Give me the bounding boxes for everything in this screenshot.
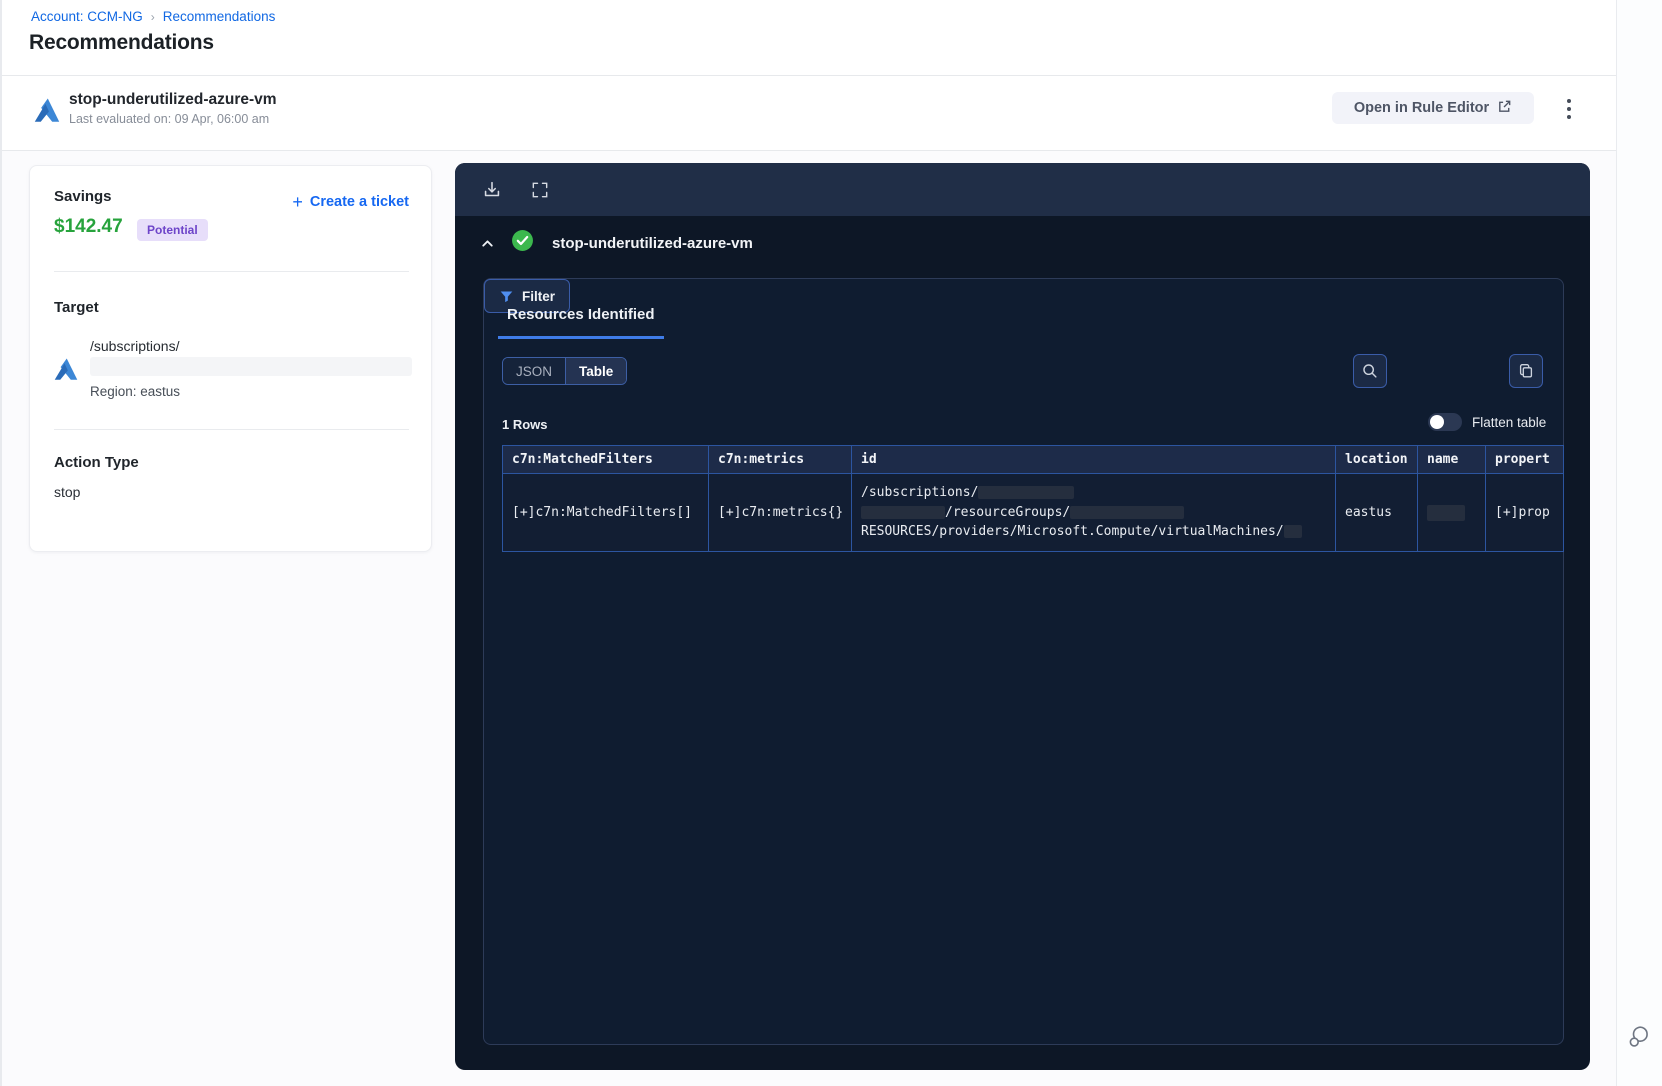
cell-properties-expander[interactable]: [+]prop xyxy=(1485,473,1564,552)
action-type-label: Action Type xyxy=(54,454,139,471)
breadcrumb-separator-icon: › xyxy=(150,9,155,24)
id-subscriptions-segment: /subscriptions/ xyxy=(861,485,979,501)
toggle-knob xyxy=(1430,415,1444,429)
azure-logo-icon xyxy=(54,357,78,381)
plus-icon: + xyxy=(292,192,303,212)
search-icon xyxy=(1363,364,1377,378)
open-in-rule-editor-label: Open in Rule Editor xyxy=(1353,100,1490,116)
resources-identified-panel: Resources Identified JSON Table Filter 1… xyxy=(483,278,1564,1045)
view-toggle-table[interactable]: Table xyxy=(566,358,627,384)
cell-location: eastus xyxy=(1335,473,1418,552)
column-header-id: id xyxy=(851,445,1336,474)
target-label: Target xyxy=(54,299,99,316)
more-options-menu-button[interactable] xyxy=(1556,94,1582,124)
download-button[interactable] xyxy=(479,177,505,203)
chevron-up-icon xyxy=(481,239,493,247)
redacted-subscription-id xyxy=(90,357,412,376)
collapse-section-button[interactable] xyxy=(473,229,501,257)
redacted-vm-name xyxy=(1283,525,1302,539)
header-divider xyxy=(2,75,1616,76)
savings-amount: $142.47 xyxy=(54,216,123,237)
redacted-id-segment xyxy=(861,505,945,519)
view-toggle-json[interactable]: JSON xyxy=(503,358,567,384)
external-link-icon xyxy=(1497,99,1512,118)
section-divider xyxy=(2,150,1616,151)
open-in-rule-editor-button[interactable]: Open in Rule Editor xyxy=(1332,92,1534,124)
tab-resources-identified[interactable]: Resources Identified xyxy=(498,306,664,339)
create-ticket-button[interactable]: + Create a ticket xyxy=(292,192,409,212)
cell-matched-filters-expander[interactable]: [+]c7n:MatchedFilters[] xyxy=(502,473,709,552)
fullscreen-button[interactable] xyxy=(527,177,553,203)
column-header-location: location xyxy=(1335,445,1418,474)
column-header-name: name xyxy=(1417,445,1486,474)
search-button[interactable] xyxy=(1353,354,1387,388)
redacted-resource-group xyxy=(1070,505,1185,519)
column-header-matched-filters: c7n:MatchedFilters xyxy=(502,445,709,474)
cell-id: /subscriptions/ /resourceGroups/ RESOURC… xyxy=(851,473,1336,552)
breadcrumb-account-link[interactable]: Account: CCM-NG xyxy=(31,9,143,24)
column-header-metrics: c7n:metrics xyxy=(708,445,852,474)
card-divider xyxy=(54,429,409,430)
view-mode-toggle: JSON Table xyxy=(502,357,628,385)
rows-count: 1 Rows xyxy=(502,417,548,432)
breadcrumb-recommendations-link[interactable]: Recommendations xyxy=(163,9,276,24)
recommendation-details-card: Savings + Create a ticket $142.47 Potent… xyxy=(29,165,432,552)
resources-table: c7n:MatchedFilters c7n:metrics id locati… xyxy=(502,445,1564,552)
savings-label: Savings xyxy=(54,188,112,205)
cell-metrics-expander[interactable]: [+]c7n:metrics{} xyxy=(708,473,852,552)
flatten-table-label: Flatten table xyxy=(1472,415,1547,430)
fullscreen-icon xyxy=(532,182,548,197)
target-subscription-path: /subscriptions/ xyxy=(90,338,180,354)
redacted-subscription-id xyxy=(978,486,1075,500)
target-region: Region: eastus xyxy=(90,384,181,399)
action-type-value: stop xyxy=(54,484,81,500)
create-ticket-label: Create a ticket xyxy=(309,194,409,210)
flatten-table-toggle[interactable] xyxy=(1428,413,1462,431)
page-title: Recommendations xyxy=(29,31,214,54)
table-row: [+]c7n:MatchedFilters[] [+]c7n:metrics{}… xyxy=(502,473,1564,552)
column-header-properties: propert xyxy=(1485,445,1564,474)
breadcrumb: Account: CCM-NG › Recommendations xyxy=(31,9,275,24)
resource-viewer-panel: stop-underutilized-azure-vm Resources Id… xyxy=(455,163,1590,1070)
card-divider xyxy=(54,271,409,272)
filter-funnel-icon xyxy=(500,291,513,302)
table-header-row: c7n:MatchedFilters c7n:metrics id locati… xyxy=(502,445,1564,474)
potential-badge: Potential xyxy=(137,219,208,241)
copy-button[interactable] xyxy=(1509,354,1543,388)
copy-icon xyxy=(1519,364,1533,378)
download-icon xyxy=(484,181,500,196)
filter-label: Filter xyxy=(521,288,555,304)
success-check-icon xyxy=(511,229,534,257)
viewer-toolbar xyxy=(455,163,1590,216)
recommendation-last-evaluated: Last evaluated on: 09 Apr, 06:00 am xyxy=(69,112,270,126)
rule-result-header: stop-underutilized-azure-vm xyxy=(473,229,753,257)
help-chat-button[interactable] xyxy=(1624,1022,1654,1052)
rule-result-title: stop-underutilized-azure-vm xyxy=(552,234,753,252)
chat-bubbles-icon xyxy=(1629,1026,1648,1047)
redacted-name xyxy=(1427,504,1465,521)
recommendation-name: stop-underutilized-azure-vm xyxy=(69,91,277,108)
id-providers-segment: RESOURCES/providers/Microsoft.Compute/vi… xyxy=(861,524,1284,540)
azure-logo-icon xyxy=(34,97,60,123)
cell-name xyxy=(1417,473,1486,552)
right-rail xyxy=(1616,0,1662,1086)
id-resource-groups-segment: /resourceGroups/ xyxy=(945,504,1071,520)
